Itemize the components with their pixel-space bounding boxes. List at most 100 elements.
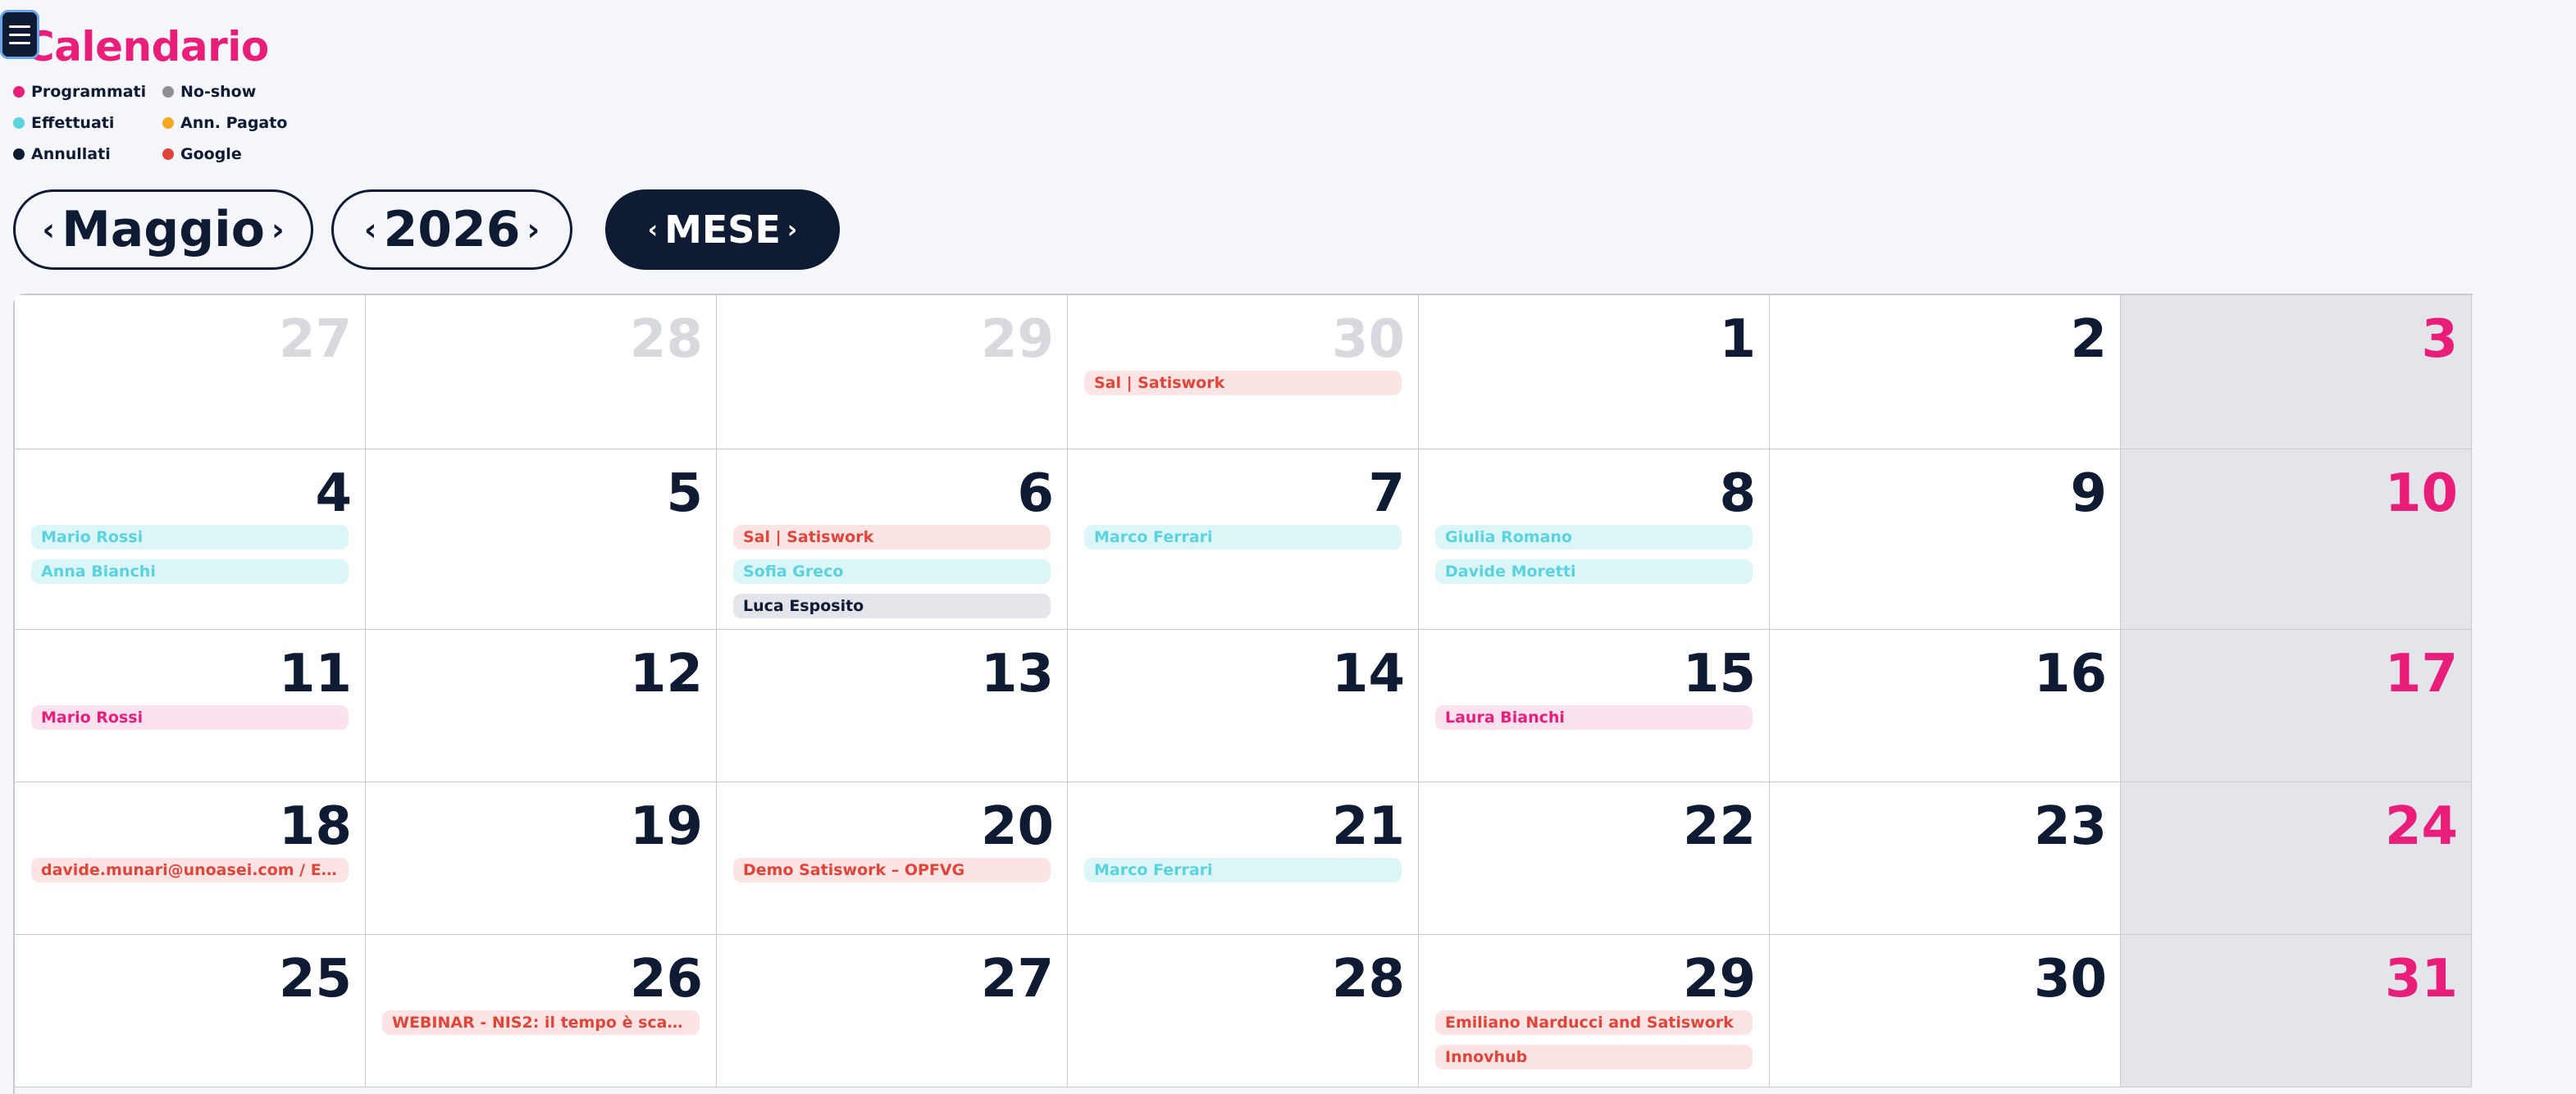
calendar-day-cell[interactable]: 20 Demo Satiswork – OPFVG	[717, 782, 1068, 935]
calendar-day-cell[interactable]: 30 Sal | Satiswork	[1068, 295, 1419, 449]
calendar-day-cell[interactable]: 3	[2121, 295, 2472, 449]
calendar-navigation: ‹ Maggio › ‹ 2026 › ‹ MESE ›	[13, 189, 840, 270]
calendar-day-cell[interactable]: 10	[2121, 449, 2472, 630]
calendar-day-cell[interactable]: 31	[2121, 935, 2472, 1087]
event-chip[interactable]: Laura Bianchi	[1435, 705, 1753, 730]
calendar-day-cell[interactable]: 14	[1068, 630, 1419, 782]
legend-label: Google	[180, 145, 242, 163]
event-chip[interactable]: Sal | Satiswork	[1084, 371, 1402, 395]
day-number: 2	[2070, 309, 2107, 370]
day-number: 13	[980, 644, 1054, 704]
day-number: 30	[1331, 309, 1405, 370]
legend-item-effettuati: Effettuati	[13, 113, 162, 133]
calendar-day-cell[interactable]: 15 Laura Bianchi	[1419, 630, 1770, 782]
legend-label: Annullati	[31, 145, 111, 163]
day-number: 29	[980, 309, 1054, 370]
day-number: 3	[2421, 309, 2458, 370]
day-number: 10	[2384, 463, 2458, 524]
calendar-day-cell[interactable]: 8 Giulia Romano Davide Moretti	[1419, 449, 1770, 630]
day-number: 27	[278, 309, 352, 370]
event-chip[interactable]: Davide Moretti	[1435, 559, 1753, 584]
calendar-day-cell[interactable]: 19	[366, 782, 717, 935]
calendar-day-cell[interactable]: 9	[1770, 449, 2121, 630]
calendar-day-cell[interactable]: 5	[366, 449, 717, 630]
legend-label: Programmati	[31, 83, 147, 101]
calendar-day-cell[interactable]: 13	[717, 630, 1068, 782]
calendar-day-cell[interactable]: 30	[1770, 935, 2121, 1087]
calendar-day-cell[interactable]: 18 davide.munari@unoasei.com / E...	[15, 782, 366, 935]
event-chip[interactable]: Mario Rossi	[31, 525, 349, 549]
day-number: 15	[1682, 644, 1756, 704]
event-chip[interactable]: Sofia Greco	[733, 559, 1051, 584]
calendar-day-cell[interactable]: 17	[2121, 630, 2472, 782]
day-number: 17	[2384, 644, 2458, 704]
event-chip[interactable]: Giulia Romano	[1435, 525, 1753, 549]
legend-item-annullati: Annullati	[13, 144, 162, 164]
event-list: davide.munari@unoasei.com / E...	[31, 858, 349, 882]
legend-dot-icon	[13, 117, 25, 129]
day-number: 31	[2384, 949, 2458, 1010]
calendar-day-cell[interactable]: 2	[1770, 295, 2121, 449]
next-month-chevron-icon[interactable]: ›	[265, 212, 291, 248]
day-number: 29	[1682, 949, 1756, 1010]
event-chip[interactable]: WEBINAR - NIS2: il tempo è scad...	[382, 1010, 700, 1035]
calendar-day-cell[interactable]: 22	[1419, 782, 1770, 935]
event-list: Emiliano Narducci and Satiswork Innovhub	[1435, 1010, 1753, 1069]
calendar-day-cell[interactable]: 7 Marco Ferrari	[1068, 449, 1419, 630]
day-number: 25	[278, 949, 352, 1010]
calendar-day-cell[interactable]: 23	[1770, 782, 2121, 935]
calendar-day-cell[interactable]: 25	[15, 935, 366, 1087]
calendar-day-cell[interactable]: 28	[366, 295, 717, 449]
day-number: 24	[2384, 796, 2458, 857]
event-chip[interactable]: Mario Rossi	[31, 705, 349, 730]
event-list: Marco Ferrari	[1084, 858, 1402, 882]
event-chip[interactable]: Sal | Satiswork	[733, 525, 1051, 549]
event-chip[interactable]: Emiliano Narducci and Satiswork	[1435, 1010, 1753, 1035]
event-chip[interactable]: Demo Satiswork – OPFVG	[733, 858, 1051, 882]
calendar-day-cell[interactable]: 6 Sal | Satiswork Sofia Greco Luca Esposito	[717, 449, 1068, 630]
legend-dot-icon	[162, 86, 174, 98]
legend-item-google: Google	[162, 144, 326, 164]
event-chip[interactable]: Marco Ferrari	[1084, 858, 1402, 882]
calendar-day-cell[interactable]: 24	[2121, 782, 2472, 935]
calendar-day-cell[interactable]: 11 Mario Rossi	[15, 630, 366, 782]
day-number: 5	[666, 463, 703, 524]
event-list: Mario Rossi	[31, 705, 349, 730]
next-year-chevron-icon[interactable]: ›	[521, 212, 547, 248]
event-chip[interactable]: Marco Ferrari	[1084, 525, 1402, 549]
day-number: 4	[315, 463, 352, 524]
calendar-day-cell[interactable]: 27	[15, 295, 366, 449]
calendar-day-cell[interactable]: 21 Marco Ferrari	[1068, 782, 1419, 935]
event-chip[interactable]: Luca Esposito	[733, 594, 1051, 618]
calendar-day-cell[interactable]: 28	[1068, 935, 1419, 1087]
calendar-day-cell[interactable]: 26 WEBINAR - NIS2: il tempo è scad...	[366, 935, 717, 1087]
day-number: 9	[2070, 463, 2107, 524]
legend-item-no-show: No-show	[162, 82, 326, 102]
calendar-day-cell[interactable]: 16	[1770, 630, 2121, 782]
day-number: 8	[1719, 463, 1756, 524]
prev-view-chevron-icon[interactable]: ‹	[641, 216, 664, 244]
calendar-day-cell[interactable]: 29	[717, 295, 1068, 449]
day-number: 16	[2033, 644, 2107, 704]
calendar-day-cell[interactable]: 27	[717, 935, 1068, 1087]
legend-dot-icon	[13, 148, 25, 160]
next-view-chevron-icon[interactable]: ›	[781, 216, 804, 244]
legend-dot-icon	[162, 148, 174, 160]
prev-month-chevron-icon[interactable]: ‹	[35, 212, 62, 248]
day-number: 27	[980, 949, 1054, 1010]
calendar-day-cell[interactable]: 4 Mario Rossi Anna Bianchi	[15, 449, 366, 630]
calendar-day-cell[interactable]: 29 Emiliano Narducci and Satiswork Innovhu…	[1419, 935, 1770, 1087]
event-list: Sal | Satiswork	[1084, 371, 1402, 395]
legend: Programmati No-show Effettuati Ann. Paga…	[13, 82, 326, 164]
calendar-day-cell[interactable]: 1	[1419, 295, 1770, 449]
legend-item-programmati: Programmati	[13, 82, 162, 102]
day-number: 12	[629, 644, 703, 704]
day-number: 22	[1682, 796, 1756, 857]
event-chip[interactable]: Innovhub	[1435, 1045, 1753, 1069]
prev-year-chevron-icon[interactable]: ‹	[358, 212, 384, 248]
day-number: 7	[1368, 463, 1405, 524]
menu-button[interactable]	[0, 10, 39, 59]
event-chip[interactable]: Anna Bianchi	[31, 559, 349, 584]
event-chip[interactable]: davide.munari@unoasei.com / E...	[31, 858, 349, 882]
calendar-day-cell[interactable]: 12	[366, 630, 717, 782]
